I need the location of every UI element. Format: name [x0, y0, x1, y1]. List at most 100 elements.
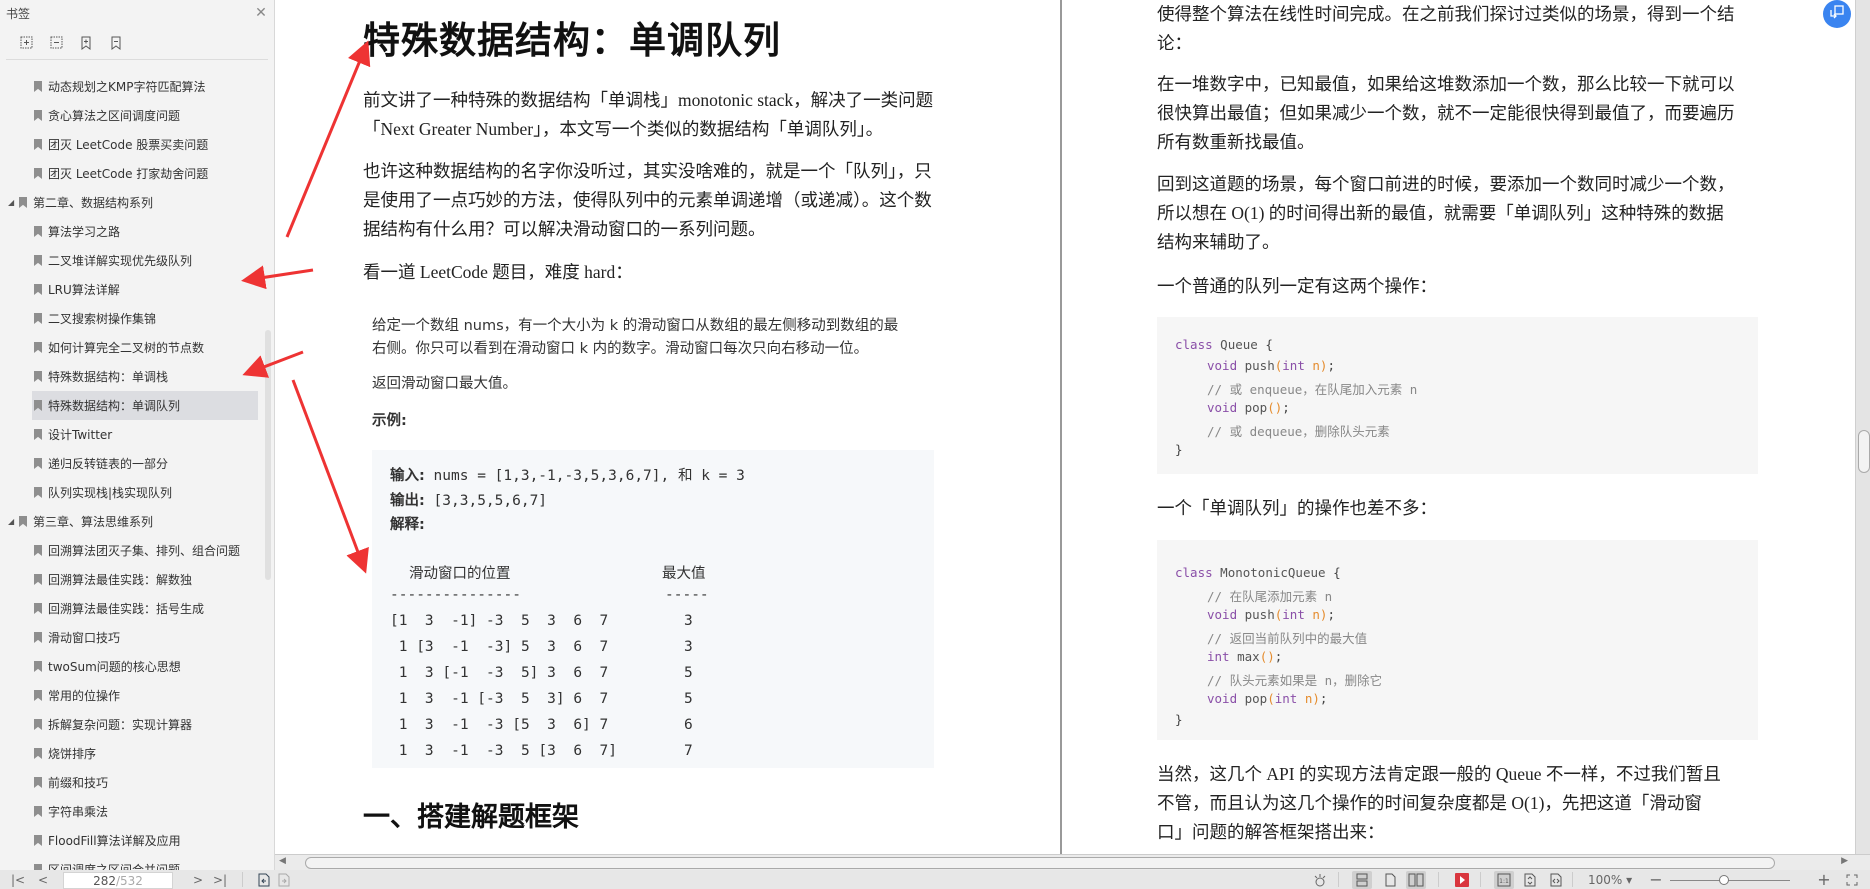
bookmark-item[interactable]: 队列实现栈|栈实现队列 — [0, 478, 262, 507]
bookmark-item[interactable]: 动态规划之KMP字符匹配算法 — [0, 72, 262, 101]
text-line: 当然，这几个 API 的实现方法肯定跟一般的 Queue 不一样，不过我们暂且 — [1157, 764, 1721, 784]
code-comment: // 返回当前队列中的最大值 — [1207, 631, 1368, 646]
bookmark-item[interactable]: 算法学习之路 — [0, 217, 262, 246]
bookmark-item[interactable]: 烧饼排序 — [0, 739, 262, 768]
fit-width-icon[interactable] — [1546, 871, 1566, 889]
fit-page-icon[interactable] — [1520, 871, 1540, 889]
bookmark-chapter[interactable]: ◢ 第二章、数据结构系列 — [0, 188, 262, 217]
zoom-in-button[interactable]: + — [1816, 870, 1832, 889]
problem-intro: 看一道 LeetCode 题目，难度 hard： — [363, 262, 633, 282]
horizontal-scroll-thumb[interactable] — [305, 857, 1775, 869]
bookmark-icon — [34, 313, 42, 324]
text-line: 所以想在 O(1) 的时间得出新的最值，就需要「单调队列」这种特殊的数据 — [1157, 203, 1724, 223]
svg-text:1:1: 1:1 — [1499, 878, 1509, 885]
zoom-level-dropdown[interactable]: 100% ▾ — [1588, 873, 1632, 887]
window-position: 1 [3 -1 -3] 5 3 6 7 — [390, 639, 609, 655]
bookmark-item[interactable]: 设计Twitter — [0, 420, 262, 449]
separator — [1572, 872, 1573, 887]
actual-size-icon[interactable]: 1:1 — [1494, 871, 1514, 889]
bookmark-label: 回溯算法最佳实践：括号生成 — [48, 602, 205, 616]
bookmark-item[interactable]: 递归反转链表的一部分 — [0, 449, 262, 478]
code-token: () — [1259, 649, 1275, 664]
eye-protection-icon[interactable] — [1310, 871, 1330, 889]
bookmark-item[interactable]: FloodFill算法详解及应用 — [0, 826, 262, 855]
code-token: ; — [1319, 691, 1328, 706]
fullscreen-icon[interactable] — [1842, 871, 1862, 889]
bookmark-item[interactable]: twoSum问题的核心思想 — [0, 652, 262, 681]
bookmark-item[interactable]: 贪心算法之区间调度问题 — [0, 101, 262, 130]
bookmark-chapter[interactable]: ◢ 第三章、算法思维系列 — [0, 507, 262, 536]
bookmark-label: 常用的位操作 — [48, 689, 121, 703]
bookmark-label: 如何计算完全二叉树的节点数 — [48, 341, 205, 355]
bookmark-icon — [34, 661, 42, 672]
bookmark-label: 特殊数据结构：单调队列 — [48, 399, 181, 413]
bookmark-label: 区间调度之区间合并问题 — [48, 863, 181, 870]
bookmark-item[interactable]: 拆解复杂问题：实现计算器 — [0, 710, 262, 739]
floating-action-button[interactable] — [1823, 0, 1851, 28]
code-token: void — [1207, 358, 1238, 373]
first-page-button[interactable]: |< — [10, 870, 26, 889]
bookmark-item[interactable]: 二叉搜索树操作集锦 — [0, 304, 262, 333]
next-page-button[interactable]: > — [190, 870, 206, 889]
sidebar-scrollbar[interactable] — [265, 330, 271, 580]
scroll-right-arrow-icon[interactable]: ▶ — [1841, 856, 1848, 866]
code-comment: // 或 dequeue，删除队头元素 — [1207, 424, 1390, 439]
separator — [1480, 872, 1481, 887]
code-line: void push(int n); — [1207, 607, 1335, 622]
vertical-scrollbar[interactable] — [1855, 0, 1870, 854]
bookmark-item[interactable]: 滑动窗口技巧 — [0, 623, 262, 652]
window-position: [1 3 -1] -3 5 3 6 7 — [390, 613, 609, 629]
expand-toggle-icon[interactable]: ◢ — [8, 198, 16, 207]
dual-page-icon[interactable] — [1406, 871, 1426, 889]
code-token: push — [1237, 358, 1275, 373]
bookmark-item[interactable]: 如何计算完全二叉树的节点数 — [0, 333, 262, 362]
play-slideshow-button[interactable] — [1452, 871, 1472, 889]
code-token: () — [1267, 400, 1283, 415]
explain-label: 解释: — [390, 517, 425, 533]
bookmark-item[interactable]: 回溯算法团灭子集、排列、组合问题 — [0, 536, 262, 565]
close-icon[interactable]: ✕ — [254, 6, 268, 20]
code-token: ) — [1312, 691, 1320, 706]
expand-all-icon[interactable] — [18, 35, 34, 51]
forward-page-icon[interactable] — [274, 871, 294, 889]
zoom-slider-knob[interactable] — [1719, 875, 1729, 885]
bookmark-item[interactable]: 常用的位操作 — [0, 681, 262, 710]
expand-toggle-icon[interactable]: ◢ — [8, 517, 16, 526]
bookmark-item[interactable]: LRU算法详解 — [0, 275, 262, 304]
bookmark-item[interactable]: 回溯算法最佳实践：括号生成 — [0, 594, 262, 623]
bookmark-item[interactable]: 字符串乘法 — [0, 797, 262, 826]
text-line: 口」问题的解答框架搭出来： — [1157, 822, 1385, 842]
text-line: 「Next Greater Number」，本文写一个类似的数据结构「单调队列」… — [363, 119, 884, 139]
bookmark-icon — [34, 632, 42, 643]
delete-bookmark-icon[interactable] — [108, 35, 124, 51]
single-page-icon[interactable] — [1380, 871, 1400, 889]
horizontal-scrollbar[interactable]: ◀ ▶ — [275, 854, 1870, 870]
collapse-all-icon[interactable] — [48, 35, 64, 51]
separator — [242, 872, 243, 887]
example-explain: 解释: — [390, 513, 425, 534]
page-left: 特殊数据结构：单调队列 前文讲了一种特殊的数据结构「单调栈」monotonic … — [275, 0, 1060, 854]
code-line: void pop(int n); — [1207, 691, 1327, 706]
last-page-button[interactable]: >| — [212, 870, 228, 889]
back-page-icon[interactable] — [254, 871, 274, 889]
bookmark-item[interactable]: 二叉堆详解实现优先级队列 — [0, 246, 262, 275]
bookmark-item[interactable]: 回溯算法最佳实践：解数独 — [0, 565, 262, 594]
code-token: n — [1304, 607, 1320, 622]
add-bookmark-icon[interactable] — [78, 35, 94, 51]
bookmark-item[interactable]: 特殊数据结构：单调栈 — [0, 362, 262, 391]
bookmark-item[interactable]: 区间调度之区间合并问题 — [0, 855, 262, 870]
bookmark-item[interactable]: 团灭 LeetCode 股票买卖问题 — [0, 130, 262, 159]
code-token: int — [1282, 607, 1305, 622]
continuous-view-icon[interactable] — [1352, 871, 1372, 889]
bookmark-item[interactable]: 团灭 LeetCode 打家劫舍问题 — [0, 159, 262, 188]
problem-statement: 给定一个数组 nums，有一个大小为 k 的滑动窗口从数组的最左侧移动到数组的最… — [372, 315, 898, 361]
prev-page-button[interactable]: < — [35, 870, 51, 889]
vertical-scroll-thumb[interactable] — [1858, 430, 1870, 473]
zoom-slider[interactable] — [1670, 875, 1790, 885]
bookmark-item[interactable]: 特殊数据结构：单调队列 — [32, 391, 258, 420]
scroll-left-arrow-icon[interactable]: ◀ — [279, 856, 286, 866]
page-number-input[interactable]: 282/532 — [63, 872, 173, 889]
zoom-out-button[interactable]: − — [1648, 870, 1664, 889]
bookmark-item[interactable]: 前缀和技巧 — [0, 768, 262, 797]
bookmark-icon — [34, 777, 42, 788]
